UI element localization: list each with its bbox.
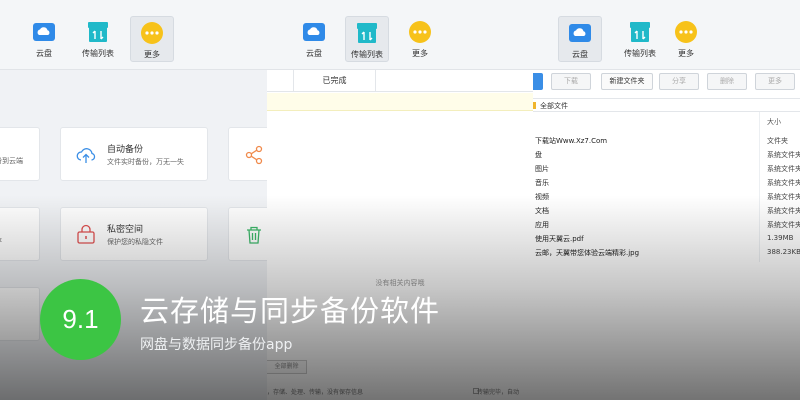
tab-completed[interactable]: 已完成 xyxy=(294,70,376,92)
nav-transfer-label: 传输列表 xyxy=(351,50,383,59)
transfer-panel: 云盘 传输列表 更多 已完成 没有相关内容哦 全部删除 ，存储、处理、传输，没有… xyxy=(267,0,533,400)
file-row[interactable]: 使用天翼云.pdf 1.39MB xyxy=(533,232,800,246)
transfer-icon xyxy=(357,23,377,43)
nav-cloud-label: 云盘 xyxy=(36,49,52,58)
file-size: 系统文件夹 xyxy=(767,207,800,215)
nav-transfer-list[interactable]: 传输列表 xyxy=(76,16,120,62)
private-space-desc: 保护您的私隐文件 xyxy=(107,238,163,246)
new-folder-button[interactable]: 新建文件夹 xyxy=(601,73,653,90)
delete-button[interactable]: 删除 xyxy=(707,73,747,90)
private-space-title: 私密空间 xyxy=(107,225,144,235)
breadcrumb-all-files[interactable]: 全部文件 xyxy=(540,101,568,111)
file-name: 图片 xyxy=(535,165,549,173)
file-row[interactable]: 图片 系统文件夹 xyxy=(533,162,800,176)
nav-more[interactable]: 更多 xyxy=(130,16,174,62)
backup-card-cut[interactable]: 份到云端 xyxy=(0,127,40,181)
file-name: 云邮，天翼带您体验云端精彩.jpg xyxy=(535,249,640,257)
nav-transfer-list-2[interactable]: 传输列表 xyxy=(345,16,389,62)
transfer-tabs: 已完成 xyxy=(267,70,533,92)
nav-transfer-label: 传输列表 xyxy=(624,49,656,58)
cloud-folder-icon xyxy=(33,23,55,41)
nav-cloud-drive[interactable]: 云盘 xyxy=(22,16,66,62)
top-nav-3: 云盘 传输列表 更多 xyxy=(533,0,800,70)
nav-more-label: 更多 xyxy=(412,49,428,58)
file-name: 文档 xyxy=(535,207,549,215)
file-size: 388.23KB xyxy=(767,248,800,256)
transfer-icon xyxy=(630,22,650,42)
version-badge: 9.1 xyxy=(40,279,121,360)
share-button[interactable]: 分享 xyxy=(659,73,699,90)
file-size: 文件夹 xyxy=(767,137,788,145)
breadcrumb: 全部文件 xyxy=(533,98,800,112)
top-nav: 云盘 传输列表 更多 xyxy=(0,0,267,70)
cloud-upload-icon xyxy=(76,148,96,163)
auto-backup-card[interactable]: 自动备份 文件实时备份，万无一失 xyxy=(60,127,208,181)
file-row[interactable]: 文档 系统文件夹 xyxy=(533,204,800,218)
nav-more-label: 更多 xyxy=(144,50,160,59)
file-size: 系统文件夹 xyxy=(767,221,800,229)
nav-cloud-drive-2[interactable]: 云盘 xyxy=(292,16,336,62)
drive-toolbar: 下载 新建文件夹 分享 删除 更多 xyxy=(533,70,800,94)
drive-panel: 云盘 传输列表 更多 下载 新建文件夹 分享 删除 更多 全部文件 大小 下载站… xyxy=(533,0,800,400)
file-row[interactable]: 视频 系统文件夹 xyxy=(533,190,800,204)
top-nav-2: 云盘 传输列表 更多 xyxy=(267,0,533,70)
share-icon xyxy=(245,145,263,165)
file-row[interactable]: 应用 系统文件夹 xyxy=(533,218,800,232)
file-name: 下载站Www.Xz7.Com xyxy=(535,137,608,145)
auto-backup-title: 自动备份 xyxy=(107,145,144,155)
path-folder-icon xyxy=(533,102,536,109)
extra-card-cut[interactable] xyxy=(0,287,40,341)
notice-bar xyxy=(267,93,533,111)
nav-cloud-label: 云盘 xyxy=(572,50,588,59)
more-icon xyxy=(409,21,431,43)
download-button[interactable]: 下载 xyxy=(551,73,591,90)
nav-more-label: 更多 xyxy=(678,49,694,58)
file-name: 音乐 xyxy=(535,179,549,187)
private-cut-desc: 存 xyxy=(0,236,2,246)
nav-more-2[interactable]: 更多 xyxy=(398,16,442,62)
nav-cloud-drive-3[interactable]: 云盘 xyxy=(558,16,602,62)
file-name: 使用天翼云.pdf xyxy=(535,235,584,243)
upload-button-cut[interactable] xyxy=(533,73,543,90)
file-row[interactable]: 云邮，天翼带您体验云端精彩.jpg 388.23KB xyxy=(533,246,800,260)
nav-transfer-list-3[interactable]: 传输列表 xyxy=(618,16,662,62)
tab-cut[interactable] xyxy=(267,70,294,92)
cloud-folder-icon xyxy=(569,24,591,42)
file-row[interactable]: 音乐 系统文件夹 xyxy=(533,176,800,190)
file-size: 系统文件夹 xyxy=(767,179,800,187)
more-icon xyxy=(675,21,697,43)
private-card-cut[interactable]: 存 xyxy=(0,207,40,261)
column-header-size[interactable]: 大小 xyxy=(767,117,781,127)
file-row[interactable]: 盘 系统文件夹 xyxy=(533,148,800,162)
nav-transfer-label: 传输列表 xyxy=(82,49,114,58)
nav-cloud-label: 云盘 xyxy=(306,49,322,58)
banner-title: 云存储与同步备份软件 xyxy=(140,294,441,328)
share-card-cut[interactable] xyxy=(228,127,267,181)
nav-more-3[interactable]: 更多 xyxy=(664,16,708,62)
recycle-card-cut[interactable] xyxy=(228,207,267,261)
backup-desc: 份到云端 xyxy=(0,157,23,165)
file-size: 1.39MB xyxy=(767,234,794,242)
cloud-folder-icon xyxy=(303,23,325,41)
auto-backup-desc: 文件实时备份，万无一失 xyxy=(107,158,184,166)
private-space-card[interactable]: 私密空间 保护您的私隐文件 xyxy=(60,207,208,261)
lock-icon xyxy=(77,224,95,244)
trash-icon xyxy=(247,226,261,244)
file-row[interactable]: 下载站Www.Xz7.Com 文件夹 xyxy=(533,134,800,148)
file-size: 系统文件夹 xyxy=(767,165,800,173)
more-icon xyxy=(141,22,163,44)
file-size: 系统文件夹 xyxy=(767,151,800,159)
banner-subtitle: 网盘与数据同步备份app xyxy=(140,337,293,353)
auto-hint: 传输完毕，自动 xyxy=(477,389,520,396)
transfer-hint: ，存储、处理、传输，没有保存信息 xyxy=(267,389,364,396)
file-name: 盘 xyxy=(535,151,542,159)
file-name: 视频 xyxy=(535,193,549,201)
file-size: 系统文件夹 xyxy=(767,193,800,201)
transfer-icon xyxy=(88,22,108,42)
delete-all-button[interactable]: 全部删除 xyxy=(267,360,307,374)
file-name: 应用 xyxy=(535,221,549,229)
more-button[interactable]: 更多 xyxy=(755,73,795,90)
empty-state-text: 没有相关内容哦 xyxy=(375,279,425,287)
